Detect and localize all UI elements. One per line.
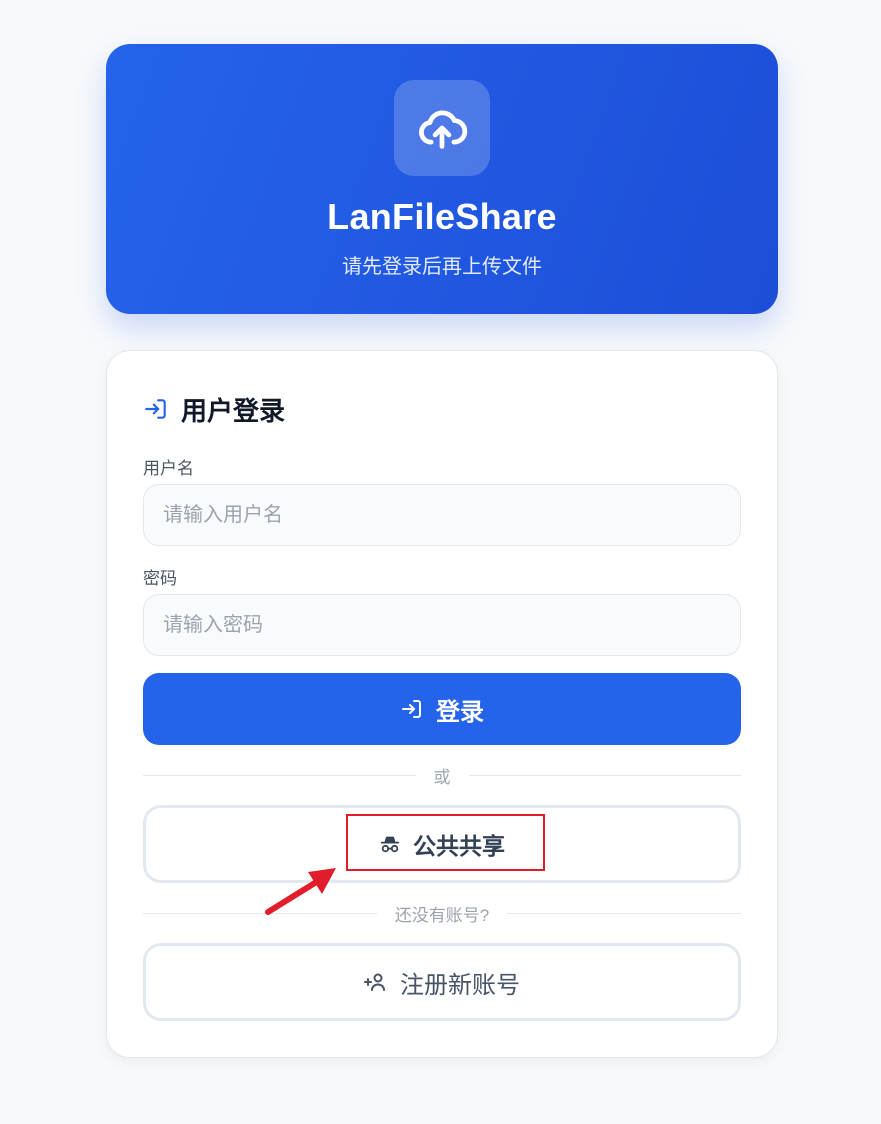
divider-line [143, 912, 377, 914]
no-account-divider-text: 还没有账号? [394, 905, 490, 925]
public-share-button[interactable]: 公共共享 [143, 805, 741, 883]
login-card: 用户登录 用户名 密码 登录 或 [106, 350, 778, 1058]
username-label: 用户名 [143, 459, 194, 478]
login-icon [402, 700, 421, 718]
login-page: LanFileShare 请先登录后再上传文件 用户登录 用户名 密码 登录 [0, 0, 881, 1124]
password-input[interactable] [143, 594, 741, 656]
no-account-divider: 还没有账号? [143, 901, 741, 925]
user-plus-icon [364, 973, 385, 991]
username-input[interactable] [143, 484, 741, 546]
public-share-button-label: 公共共享 [413, 833, 505, 859]
login-icon [145, 399, 166, 419]
password-label: 密码 [143, 569, 177, 588]
login-button[interactable]: 登录 [143, 673, 741, 745]
login-card-heading: 用户登录 [143, 391, 285, 427]
register-button-label: 注册新账号 [400, 971, 520, 999]
incognito-icon [380, 836, 400, 853]
divider-line [143, 774, 416, 776]
app-subtitle: 请先登录后再上传文件 [342, 256, 542, 278]
register-button[interactable]: 注册新账号 [143, 943, 741, 1021]
divider-line [507, 912, 741, 914]
divider-line [468, 774, 741, 776]
app-logo [394, 80, 490, 176]
login-button-label: 登录 [436, 698, 484, 726]
app-title: LanFileShare [327, 196, 557, 237]
app-header-banner: LanFileShare 请先登录后再上传文件 [106, 44, 778, 314]
or-divider: 或 [143, 763, 741, 787]
or-divider-text: 或 [433, 767, 451, 787]
login-card-title: 用户登录 [181, 395, 286, 426]
cloud-upload-icon [419, 110, 468, 149]
